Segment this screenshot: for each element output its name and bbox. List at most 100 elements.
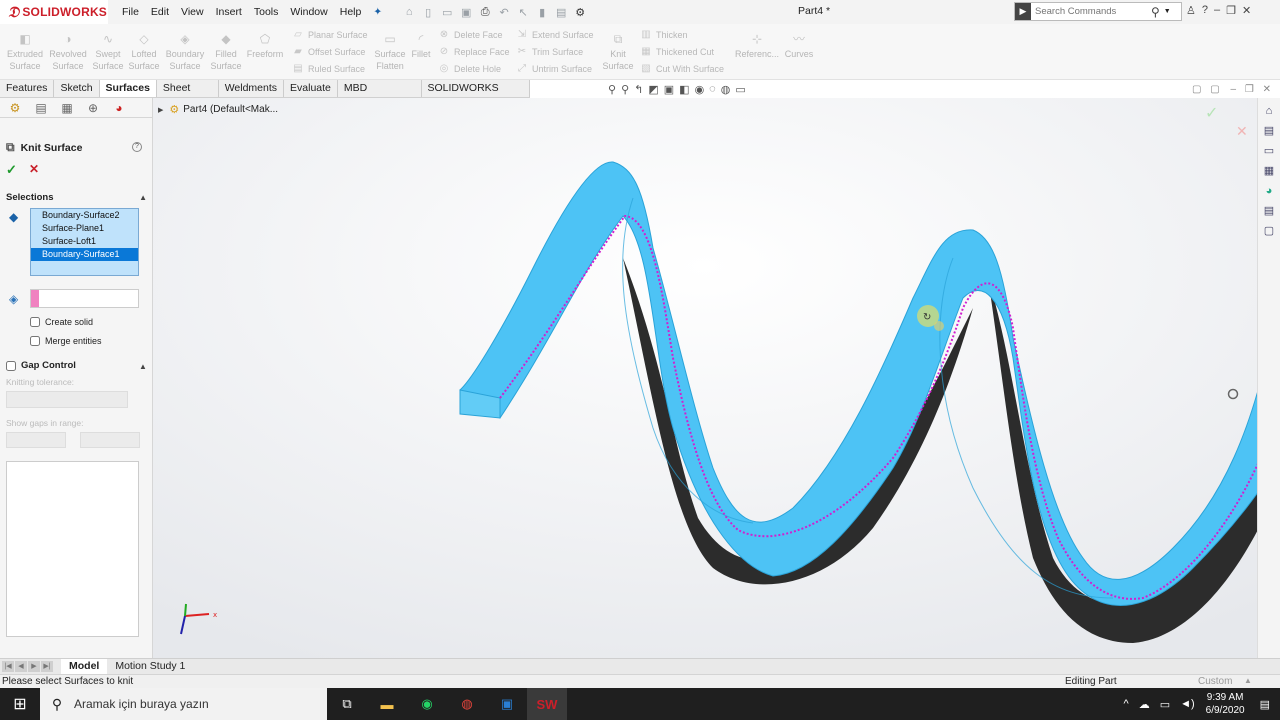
- feature-manager-tab-icon[interactable]: ⚙: [4, 100, 26, 116]
- ok-button[interactable]: ✓: [6, 162, 17, 178]
- surface-flatten-button[interactable]: ▭ Surface Flatten: [371, 32, 409, 72]
- configuration-manager-tab-icon[interactable]: ▦: [56, 100, 78, 116]
- view-orientation-icon[interactable]: ▣: [664, 83, 674, 96]
- viewport-close-icon[interactable]: ✕: [1263, 84, 1271, 95]
- confirm-corner-ok-icon[interactable]: ✓: [1205, 103, 1218, 122]
- tab-solidworks-addins[interactable]: SOLIDWORKS Add-Ins: [422, 80, 530, 111]
- knit-surface-button[interactable]: ⧉ Knit Surface: [602, 32, 634, 72]
- create-solid-checkbox-input[interactable]: [30, 317, 40, 327]
- custom-properties-icon[interactable]: ▤: [1262, 204, 1276, 218]
- home-icon[interactable]: ⌂: [402, 6, 416, 19]
- zoom-to-area-icon[interactable]: ⚲: [621, 83, 629, 96]
- viewport-minimize-icon[interactable]: –: [1230, 84, 1236, 95]
- curves-button[interactable]: 〰 Curves: [782, 32, 816, 60]
- tab-weldments[interactable]: Weldments: [219, 80, 285, 97]
- notifications-icon[interactable]: ▤: [1260, 698, 1270, 711]
- print-icon[interactable]: ⎙: [478, 6, 492, 19]
- menu-insert[interactable]: Insert: [210, 0, 248, 24]
- property-manager-tab-icon[interactable]: ▤: [30, 100, 52, 116]
- merge-entities-checkbox[interactable]: Merge entities: [30, 336, 102, 346]
- reference-geometry-button[interactable]: ⊹ Referenc...: [734, 32, 780, 60]
- cancel-button[interactable]: ✕: [29, 162, 39, 176]
- hide-show-items-icon[interactable]: ◉: [695, 83, 705, 96]
- boundary-surface-button[interactable]: ◈ Boundary Surface: [163, 32, 207, 72]
- tab-mbd-dimensions[interactable]: MBD Dimensions: [338, 80, 422, 111]
- display-style-icon[interactable]: ◧: [679, 83, 689, 96]
- whatsapp-app-icon[interactable]: ◉: [407, 688, 447, 720]
- tab-model[interactable]: Model: [61, 659, 108, 674]
- tab-motion-study-1[interactable]: Motion Study 1: [107, 659, 193, 674]
- file-properties-icon[interactable]: ▤: [554, 6, 568, 19]
- trim-surface-button[interactable]: ✂ Trim Surface: [516, 46, 583, 58]
- graphics-area[interactable]: ↻ ✓ ✕ x: [153, 98, 1257, 658]
- options-gear-icon[interactable]: ⚙: [573, 6, 587, 19]
- gap-control-checkbox-input[interactable]: [6, 360, 16, 371]
- gap-max-field[interactable]: [80, 432, 140, 448]
- secondary-selection-box[interactable]: [30, 289, 139, 308]
- minimize-icon[interactable]: –: [1214, 4, 1220, 17]
- save-icon[interactable]: ▣: [459, 6, 473, 19]
- prev-tab-icon[interactable]: ◀: [15, 661, 27, 672]
- restore-icon[interactable]: ❐: [1226, 4, 1236, 17]
- new-icon[interactable]: ▯: [421, 6, 435, 19]
- lofted-surface-button[interactable]: ◇ Lofted Surface: [127, 32, 161, 72]
- delete-hole-button[interactable]: ◎ Delete Hole: [438, 63, 501, 75]
- menu-tools[interactable]: Tools: [248, 0, 285, 24]
- battery-icon[interactable]: ▭: [1160, 698, 1170, 711]
- network-icon[interactable]: ☁: [1139, 698, 1150, 711]
- close-icon[interactable]: ✕: [1242, 4, 1251, 17]
- solidworks-app-icon[interactable]: SW: [527, 688, 567, 720]
- tab-features[interactable]: Features: [0, 80, 55, 97]
- thicken-button[interactable]: ▥ Thicken: [640, 29, 687, 41]
- apply-scene-icon[interactable]: ◍: [721, 83, 731, 96]
- first-tab-icon[interactable]: |◀: [2, 661, 14, 672]
- untrim-surface-button[interactable]: ⤢ Untrim Surface: [516, 63, 592, 75]
- pin-icon[interactable]: ✦: [367, 0, 388, 24]
- viewport-tile-icon[interactable]: ▢: [1192, 84, 1201, 95]
- menu-window[interactable]: Window: [284, 0, 333, 24]
- solidworks-resources-icon[interactable]: ⌂: [1262, 104, 1276, 118]
- user-icon[interactable]: ♙: [1186, 4, 1196, 17]
- viewport-split-icon[interactable]: ▢: [1210, 84, 1219, 95]
- design-library-icon[interactable]: ▤: [1262, 124, 1276, 138]
- cut-with-surface-button[interactable]: ▧ Cut With Surface: [640, 63, 724, 75]
- select-icon[interactable]: ↖: [516, 6, 530, 19]
- ruled-surface-button[interactable]: ▤ Ruled Surface: [292, 63, 365, 75]
- flyout-feature-tree[interactable]: ▶ ⚙ Part4 (Default<Mak...: [158, 103, 278, 116]
- create-solid-checkbox[interactable]: Create solid: [30, 317, 93, 327]
- search-commands[interactable]: ▶ ⚲ ▼: [1014, 2, 1182, 21]
- appearances-icon[interactable]: ◕: [1262, 184, 1276, 198]
- viewport-restore-icon[interactable]: ❐: [1245, 84, 1254, 95]
- dimxpert-tab-icon[interactable]: ⊕: [82, 100, 104, 116]
- list-item[interactable]: Surface-Loft1: [31, 235, 138, 248]
- tray-chevron-icon[interactable]: ^: [1124, 698, 1129, 710]
- units-selector[interactable]: Custom: [1198, 676, 1232, 687]
- planar-surface-button[interactable]: ▱ Planar Surface: [292, 29, 367, 41]
- file-explorer-icon[interactable]: ▭: [1262, 144, 1276, 158]
- thickened-cut-button[interactable]: ▦ Thickened Cut: [640, 46, 714, 58]
- menu-edit[interactable]: Edit: [145, 0, 175, 24]
- tab-sheet-metal[interactable]: Sheet Metal: [157, 80, 219, 111]
- help-icon[interactable]: ?: [132, 142, 142, 152]
- expand-arrow-icon[interactable]: ▶: [158, 106, 163, 114]
- view-settings-icon[interactable]: ▭: [735, 83, 745, 96]
- chrome-app-icon[interactable]: ◍: [447, 688, 487, 720]
- list-item[interactable]: Surface-Plane1: [31, 222, 138, 235]
- next-tab-icon[interactable]: ▶: [28, 661, 40, 672]
- task-view-icon[interactable]: ⧉: [327, 688, 367, 720]
- search-input[interactable]: [1031, 6, 1151, 17]
- filled-surface-button[interactable]: ◆ Filled Surface: [208, 32, 244, 72]
- gaps-list-panel[interactable]: [6, 461, 139, 637]
- open-icon[interactable]: ▭: [440, 6, 454, 19]
- taskbar-clock[interactable]: 9:39 AM 6/9/2020: [1206, 691, 1245, 717]
- gap-control-checkbox[interactable]: Gap Control: [6, 360, 76, 371]
- edit-appearance-icon[interactable]: ◌: [709, 83, 716, 96]
- selections-group-header[interactable]: Selections ▲: [0, 189, 153, 205]
- list-item-selected[interactable]: Boundary-Surface1: [31, 248, 138, 261]
- gap-control-chevron-icon[interactable]: ▲: [139, 362, 147, 371]
- replace-face-button[interactable]: ⊘ Replace Face: [438, 46, 510, 58]
- outlook-app-icon[interactable]: ▣: [487, 688, 527, 720]
- search-icon[interactable]: ⚲: [1151, 5, 1160, 19]
- gap-min-field[interactable]: [6, 432, 66, 448]
- menu-file[interactable]: File: [116, 0, 145, 24]
